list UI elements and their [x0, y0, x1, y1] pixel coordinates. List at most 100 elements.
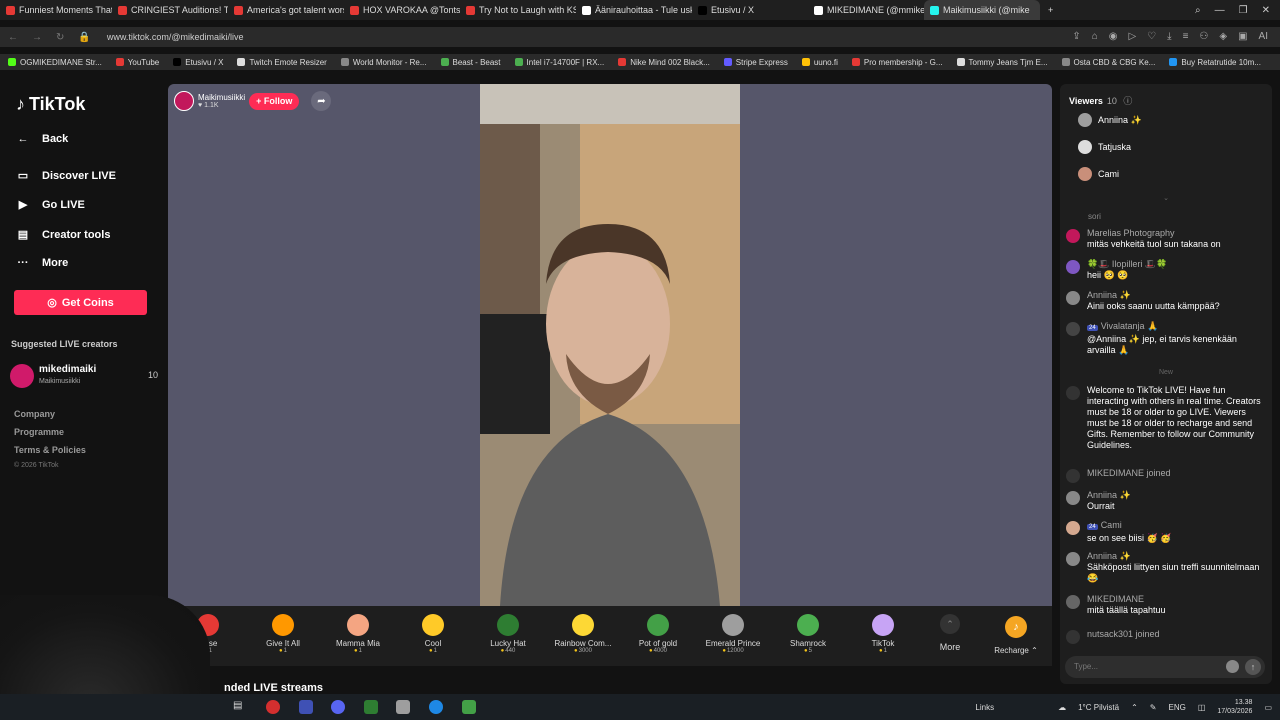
nav-more[interactable]: ··· More: [16, 257, 69, 269]
browser-tab[interactable]: Äänirauhoittaa - Tule uskon: [576, 0, 692, 20]
info-icon[interactable]: ⓘ: [1123, 96, 1132, 106]
avatar[interactable]: [1066, 469, 1080, 483]
chat-username[interactable]: Vivalatanja 🙏: [1101, 321, 1159, 331]
share-icon[interactable]: ⇪: [1072, 31, 1080, 42]
opera-icon[interactable]: [266, 700, 280, 714]
gift-item[interactable]: Lucky Hat440: [472, 610, 544, 654]
footer-programme-link[interactable]: Programme: [14, 427, 64, 437]
menu-icon[interactable]: ≡: [1183, 31, 1189, 42]
nav-creator-tools[interactable]: ▤ Creator tools: [16, 228, 111, 242]
host-avatar[interactable]: [174, 91, 194, 111]
send-icon[interactable]: ↑: [1245, 659, 1261, 675]
back-arrow-icon[interactable]: ←: [8, 32, 18, 43]
gift-item[interactable]: Rainbow Com...3000: [547, 610, 619, 654]
bookmark-item[interactable]: Pro membership - G...: [851, 58, 943, 67]
bookmark-item[interactable]: YouTube: [115, 58, 159, 67]
bookmark-item[interactable]: Intel i7-14700F | RX...: [514, 58, 604, 67]
avatar[interactable]: [1066, 630, 1080, 644]
gift-item[interactable]: Emerald Prince12000: [697, 610, 769, 654]
viewer-item[interactable]: Cami: [1078, 167, 1119, 181]
gift-item[interactable]: Give It All1: [247, 610, 319, 654]
chevron-down-icon[interactable]: ⌄: [1060, 194, 1272, 202]
nav-discover-live[interactable]: ▭ Discover LIVE: [16, 169, 116, 183]
bookmark-item[interactable]: Etusivu / X: [173, 58, 223, 67]
avatar[interactable]: [1066, 521, 1080, 535]
chat-username[interactable]: Anniina ✨: [1087, 290, 1131, 300]
gift-item[interactable]: Mamma Mia1: [322, 610, 394, 654]
close-icon[interactable]: ✕: [1262, 5, 1270, 16]
forward-arrow-icon[interactable]: →: [32, 32, 42, 43]
bookmark-item[interactable]: Stripe Express: [723, 58, 788, 67]
chat-username[interactable]: nutsack301 joined: [1087, 629, 1160, 639]
avatar[interactable]: [1066, 552, 1080, 566]
bookmark-item[interactable]: Buy Retatrutide 10m...: [1169, 58, 1261, 67]
avatar[interactable]: [1066, 291, 1080, 305]
browser-tab[interactable]: HOX VAROKAA @Tontsa: [344, 0, 460, 20]
app-green-icon[interactable]: [364, 700, 378, 714]
avatar[interactable]: [1066, 386, 1080, 400]
avatar[interactable]: [1066, 322, 1080, 336]
emoji-icon[interactable]: [1226, 660, 1239, 673]
viewer-item[interactable]: Anniina ✨: [1078, 113, 1142, 127]
edge-icon[interactable]: [429, 700, 443, 714]
bookmark-item[interactable]: Beast - Beast: [440, 58, 501, 67]
chat-username[interactable]: Marelias Photography: [1087, 228, 1175, 238]
avatar[interactable]: [1066, 595, 1080, 609]
download-icon[interactable]: ⤓: [1167, 31, 1171, 42]
live-video[interactable]: [480, 84, 740, 606]
pen-icon[interactable]: ✎: [1150, 703, 1157, 712]
links-toolbar[interactable]: Links: [975, 703, 994, 712]
avatar[interactable]: [1066, 229, 1080, 243]
network-icon[interactable]: ◫: [1198, 703, 1206, 712]
get-coins-button[interactable]: ◎ Get Coins: [14, 290, 147, 315]
task-view-icon[interactable]: ▤: [233, 700, 247, 714]
kick-icon[interactable]: [462, 700, 476, 714]
browser-tab[interactable]: Funniest Moments That M: [0, 0, 112, 20]
chat-username[interactable]: Cami: [1101, 520, 1122, 530]
suggested-creator-item[interactable]: mikedimaiki Maikimusiikki 10: [10, 363, 160, 391]
gift-item[interactable]: Shamrock5: [772, 610, 844, 654]
language-indicator[interactable]: ENG: [1168, 703, 1185, 712]
more-gifts-button[interactable]: ⌃ More: [928, 614, 972, 652]
chat-username[interactable]: Anniina ✨: [1087, 551, 1131, 561]
chat-username[interactable]: MIKEDIMANE: [1087, 594, 1144, 604]
search-tabs-icon[interactable]: ⌕: [1195, 5, 1201, 16]
host-name[interactable]: Maikimusiikki: [198, 93, 245, 102]
chat-username[interactable]: MIKEDIMANE joined: [1087, 468, 1171, 478]
ai-button[interactable]: AI: [1259, 31, 1268, 42]
gift-item[interactable]: Pot of gold4000: [622, 610, 694, 654]
discord-icon[interactable]: [331, 700, 345, 714]
back-link[interactable]: ← Back: [16, 133, 69, 145]
gift-item[interactable]: TikTok1: [847, 610, 919, 654]
bookmark-item[interactable]: Twitch Emote Resizer: [237, 58, 327, 67]
footer-company-link[interactable]: Company: [14, 409, 55, 419]
notification-icon[interactable]: ▭: [1264, 703, 1272, 712]
maximize-icon[interactable]: ❐: [1239, 5, 1248, 16]
bookmark-item[interactable]: OGMIKEDIMANE Str...: [8, 58, 102, 67]
browser-tab[interactable]: Etusivu / X: [692, 0, 808, 20]
share-button[interactable]: ➦: [311, 91, 332, 111]
heart-icon[interactable]: ♡: [1147, 31, 1156, 42]
chat-username[interactable]: Anniina ✨: [1087, 490, 1131, 500]
bookmark-item[interactable]: Tommy Jeans Tjm E...: [956, 58, 1048, 67]
viewer-item[interactable]: Tatjuska: [1078, 140, 1131, 154]
avatar[interactable]: [1066, 260, 1080, 274]
recharge-button[interactable]: ♪ Recharge ⌃: [988, 610, 1044, 655]
url-field[interactable]: www.tiktok.com/@mikedimaiki/live: [107, 32, 244, 42]
camera-icon[interactable]: ⌂: [1092, 31, 1098, 42]
browser-tab[interactable]: Try Not to Laugh with KSI: [460, 0, 576, 20]
shield-icon[interactable]: ◉: [1109, 31, 1118, 42]
shield-app-icon[interactable]: [396, 700, 410, 714]
play-icon[interactable]: ▷: [1128, 31, 1136, 42]
bookmark-item[interactable]: Osta CBD & CBG Ke...: [1061, 58, 1155, 67]
weather-text[interactable]: 1°C Pilvistä: [1078, 703, 1119, 712]
tiktok-logo[interactable]: ♪ TikTok: [16, 94, 85, 115]
extension-icon[interactable]: ◈: [1219, 31, 1227, 42]
footer-terms-link[interactable]: Terms & Policies: [14, 445, 86, 455]
avatar[interactable]: [1066, 491, 1080, 505]
gift-item[interactable]: Cool1: [397, 610, 469, 654]
cube-icon[interactable]: ▣: [1238, 31, 1247, 42]
nav-go-live[interactable]: ▶ Go LIVE: [16, 198, 85, 212]
tray-chevron-icon[interactable]: ⌃: [1131, 703, 1138, 712]
browser-tab[interactable]: America's got talent worst: [228, 0, 344, 20]
